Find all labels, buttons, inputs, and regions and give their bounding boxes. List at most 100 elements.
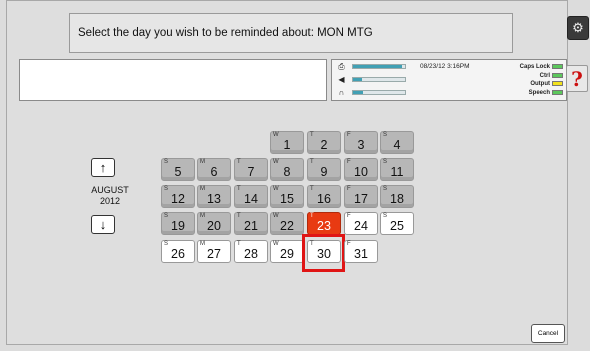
day-number: 28 (244, 247, 258, 261)
meter-track[interactable] (352, 64, 406, 69)
app-frame: Select the day you wish to be reminded a… (6, 0, 568, 345)
day-number: 6 (210, 165, 218, 179)
day-cell[interactable]: F 10 (344, 158, 378, 181)
day-number: 30 (317, 247, 331, 261)
indicator-label: Speech (528, 89, 550, 96)
day-number: 19 (171, 219, 185, 233)
meter-track[interactable] (352, 90, 406, 95)
gear-icon: ⚙ (572, 20, 584, 35)
day-cell[interactable]: W 22 (270, 212, 304, 235)
indicator-label: Caps Lock (519, 64, 550, 70)
day-number: 11 (390, 165, 404, 179)
meter-track[interactable] (352, 77, 406, 82)
day-cell[interactable]: W8 (270, 158, 304, 181)
day-cell[interactable]: S 11 (380, 158, 414, 181)
day-cell[interactable]: T 14 (234, 185, 268, 208)
day-cell[interactable]: T 16 (307, 185, 341, 208)
day-number: 7 (247, 165, 255, 179)
headphones-icon: ∩ (338, 88, 345, 97)
meter-fill (353, 65, 403, 68)
status-panel: ⎙ ◀ ∩ 08/23/12 3:16PM Caps Lock Ctrl Output S… (331, 59, 567, 101)
day-number: 18 (390, 192, 404, 206)
day-number: 2 (320, 138, 328, 152)
day-cell[interactable]: S 19 (161, 212, 195, 235)
month-navigator: ↑ AUGUST 2012 ↓ (83, 158, 137, 238)
indicator-label: Output (530, 81, 550, 87)
meter-fill (353, 91, 364, 94)
day-cell[interactable]: W1 (270, 131, 304, 154)
day-cell[interactable]: F 24 (344, 212, 378, 235)
day-number: 8 (283, 165, 291, 179)
day-number: 9 (320, 165, 328, 179)
day-number: 12 (171, 192, 185, 206)
day-cell[interactable]: S 12 (161, 185, 195, 208)
indicator-light (552, 72, 563, 78)
month-year-label: AUGUST 2012 (83, 185, 137, 207)
day-cell[interactable]: S4 (380, 131, 414, 154)
meter-fill (353, 78, 363, 81)
indicator-row: Output (503, 80, 563, 89)
day-cell[interactable]: T 28 (234, 240, 268, 263)
day-number: 15 (280, 192, 294, 206)
indicator-light (552, 64, 563, 69)
help-button[interactable]: ? (566, 65, 588, 92)
day-number: 16 (317, 192, 331, 206)
speaker-icon: ◀ (338, 75, 345, 84)
day-number: 1 (283, 138, 291, 152)
message-text-area[interactable] (19, 59, 327, 101)
indicator-row: Ctrl (503, 72, 563, 81)
day-number: 13 (207, 192, 221, 206)
indicator-list: Caps Lock Ctrl Output Speech (503, 63, 563, 97)
day-cell[interactable]: W 15 (270, 185, 304, 208)
day-number: 29 (280, 247, 294, 261)
day-cell[interactable]: F 17 (344, 185, 378, 208)
timestamp: 08/23/12 3:16PM (420, 63, 470, 70)
day-number: 20 (207, 219, 221, 233)
day-number: 21 (244, 219, 258, 233)
day-number: 22 (280, 219, 294, 233)
day-cell[interactable]: W 29 (270, 240, 304, 263)
next-month-button[interactable]: ↓ (91, 215, 115, 234)
printer-icon: ⎙ (338, 62, 345, 71)
previous-month-button[interactable]: ↑ (91, 158, 115, 177)
day-cell[interactable]: F3 (344, 131, 378, 154)
month-name: AUGUST (91, 185, 129, 195)
day-number: 5 (174, 165, 182, 179)
day-cell[interactable]: M 27 (197, 240, 231, 263)
day-cell[interactable]: T 21 (234, 212, 268, 235)
arrow-down-icon: ↓ (99, 217, 107, 232)
day-cell[interactable]: S 26 (161, 240, 195, 263)
day-number: 26 (171, 247, 185, 261)
day-number: 27 (207, 247, 221, 261)
day-cell-selected[interactable]: T 30 (307, 240, 341, 263)
day-cell[interactable]: S5 (161, 158, 195, 181)
day-cell[interactable]: S 18 (380, 185, 414, 208)
prompt-box: Select the day you wish to be reminded a… (69, 13, 513, 53)
day-cell[interactable]: M 13 (197, 185, 231, 208)
day-number: 24 (354, 219, 368, 233)
day-cell[interactable]: T2 (307, 131, 341, 154)
indicator-label: Ctrl (539, 72, 550, 79)
day-cell[interactable]: F 31 (344, 240, 378, 263)
settings-button[interactable]: ⚙ (567, 16, 589, 40)
year-label: 2012 (99, 196, 121, 206)
day-cell[interactable]: S 25 (380, 212, 414, 235)
indicator-light (552, 81, 563, 86)
day-number: 3 (357, 138, 365, 152)
cancel-button[interactable]: Cancel (531, 324, 565, 343)
day-number: 14 (244, 192, 258, 206)
day-number: 31 (354, 247, 368, 261)
indicator-light (552, 89, 563, 95)
indicator-row: Caps Lock (503, 63, 563, 72)
day-cell[interactable]: T9 (307, 158, 341, 181)
day-number: 10 (354, 165, 368, 179)
day-cell[interactable]: T7 (234, 158, 268, 181)
day-cell[interactable]: M 20 (197, 212, 231, 235)
day-number: 4 (393, 138, 401, 152)
day-number: 17 (354, 192, 368, 206)
day-cell[interactable]: T 23 (307, 212, 341, 235)
indicator-row: Speech (503, 89, 563, 98)
day-number: 23 (317, 219, 331, 233)
day-number: 25 (390, 219, 404, 233)
day-cell[interactable]: M6 (197, 158, 231, 181)
